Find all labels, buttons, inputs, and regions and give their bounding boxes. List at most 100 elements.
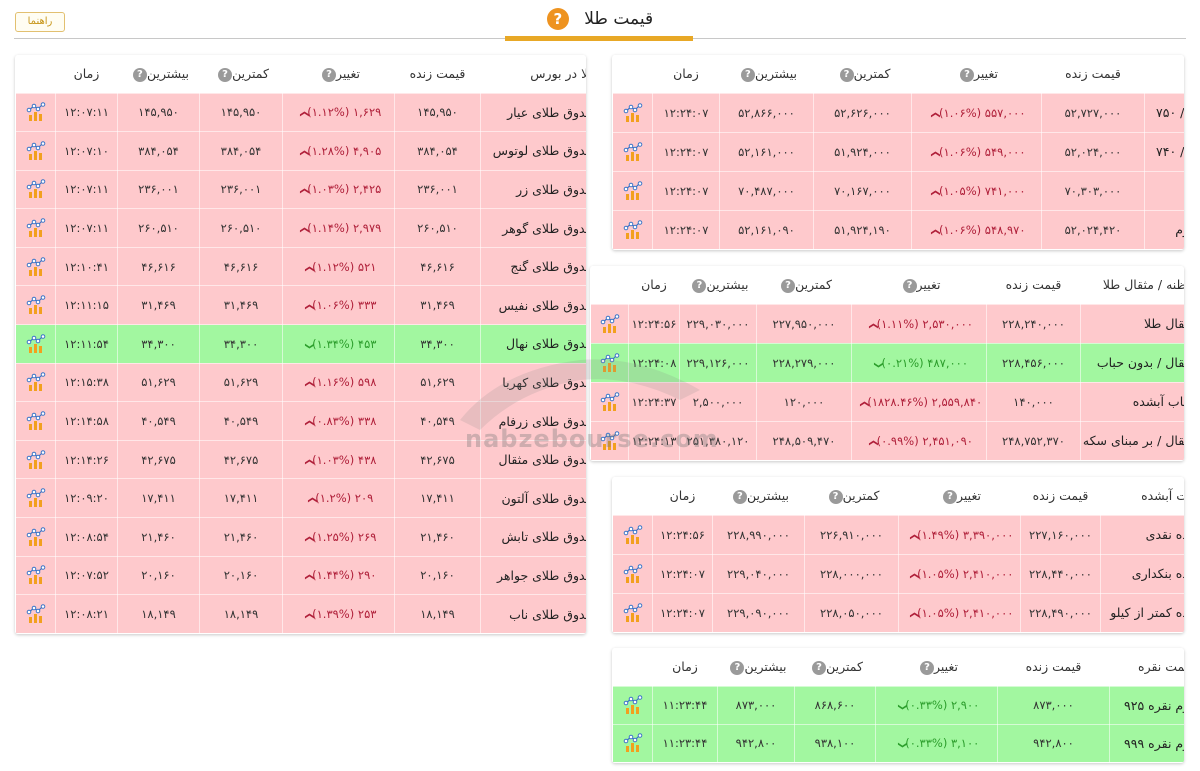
table-row[interactable]: صندوق طلای کهربا۵۱,۶۲۹۵۹۸ (۱.۱۶%)❯۵۱,۶۲۹… (15, 362, 586, 403)
column-header-change: تغییر? (875, 648, 998, 686)
table-row[interactable]: آبشده بنکداری۲۲۸,۴۴۰,۰۰۰۲,۴۱۰,۰۰۰ (۱.۰۵%… (612, 553, 1184, 594)
column-header-live-price: قیمت زنده (986, 266, 1081, 304)
chart-icon[interactable] (623, 563, 643, 584)
chart-icon[interactable] (600, 313, 620, 334)
table-row[interactable]: صندوق طلای آلتون۱۷,۴۱۱۲۰۹ (۱.۲%)❯۱۷,۴۱۱۱… (15, 478, 586, 519)
chevron-up-icon: ❮ (896, 741, 907, 749)
table-row[interactable]: صندوق طلای تابش۲۱,۴۶۰۲۶۹ (۱.۲۵%)❯۲۱,۴۶۰۲… (15, 517, 586, 557)
chart-icon[interactable] (26, 565, 46, 585)
change-value: ۲,۴۱۰,۰۰۰ (۱.۰۵%) (917, 605, 1014, 620)
column-header-high-label: بیشترین (754, 66, 798, 81)
table-row[interactable]: صندوق طلای گنج۴۶,۶۱۶۵۲۱ (۱.۱۲%)❯۴۶,۶۱۶۴۶… (15, 246, 586, 287)
table-row[interactable]: طلای دست دوم۵۲,۰۲۴,۴۲۰۵۴۸,۹۷۰ (۱.۰۶%)❯۵۱… (612, 209, 1184, 250)
live-price: ۴۲,۶۷۵ (394, 439, 481, 480)
panel-abshodeh: قیمت آبشدهقیمت زندهتغییر?کمترین?بیشترین?… (612, 477, 1184, 633)
table-row[interactable]: صندوق طلای عیار۱۴۵,۹۵۰۱,۶۲۹ (۱.۱۲%)❯۱۴۵,… (15, 92, 586, 133)
help-icon[interactable]: ? (730, 660, 745, 675)
help-icon[interactable]: ? (132, 67, 147, 82)
update-time: ۱۲:۲۴:۰۷ (652, 92, 720, 133)
column-header-title-label: قیمت آبشده (1141, 488, 1184, 504)
chart-icon[interactable] (26, 449, 46, 470)
header-row: قیمت نقرهقیمت زندهتغییر?کمترین?بیشترین?ز… (612, 648, 1184, 686)
help-icon[interactable]: ? (960, 67, 975, 82)
table-row[interactable]: صندوق طلای مثقال۴۲,۶۷۵۴۳۸ (۱.۰۳%)❯۴۲,۶۷۵… (15, 439, 586, 480)
item-name: مثقال طلا (1080, 303, 1184, 344)
chevron-down-icon: ❯ (908, 532, 919, 541)
help-icon[interactable]: ? (732, 489, 747, 504)
low-price: ۲۴۸,۵۰۹,۴۷۰ (756, 420, 852, 461)
table-row[interactable]: صندوق طلای نهال۳۴,۳۰۰۴۵۳ (۱.۳۴%)❮۳۴,۳۰۰۳… (15, 324, 586, 364)
help-icon[interactable]: ? (692, 278, 707, 293)
chart-icon[interactable] (623, 102, 643, 123)
chart-icon[interactable] (26, 604, 46, 624)
table-row[interactable]: آبشده کمتر از کیلو۲۲۸,۴۹۰,۰۰۰۲,۴۱۰,۰۰۰ (… (612, 592, 1184, 633)
chart-icon[interactable] (623, 695, 643, 715)
table-row[interactable]: مثقال طلا۲۲۸,۲۴۰,۰۰۰۲,۵۳۰,۰۰۰ (۱.۱۱%)❯۲۲… (590, 303, 1184, 344)
table-row[interactable]: صندوق طلای نفیس۳۱,۴۶۹۳۳۳ (۱.۰۶%)❯۳۱,۴۶۹۳… (15, 285, 586, 326)
help-icon[interactable]: ? (781, 278, 796, 293)
help-icon[interactable]: ? (322, 67, 337, 82)
chevron-down-icon: ❯ (303, 535, 314, 543)
chart-icon[interactable] (26, 411, 46, 431)
help-icon[interactable]: ? (920, 660, 935, 675)
table-row[interactable]: گرم نقره ۹۹۹۹۴۲,۸۰۰۳,۱۰۰ (۰.۳۳%)❮۹۳۸,۱۰۰… (612, 723, 1184, 763)
table-row[interactable]: حباب آبشده۱۴۰,۰۰۰۲,۵۵۹,۸۴۰ (۱۸۲۸.۴۶%)❯۱۲… (590, 381, 1184, 422)
column-header-title: قیمت آبشده (1100, 477, 1184, 515)
help-icon[interactable]: ? (218, 67, 233, 82)
table-row[interactable]: صندوق طلای لوتوس۳۸۴,۰۵۴۴,۹۰۵ (۱.۲۸%)❯۳۸۴… (15, 131, 586, 171)
chart-icon[interactable] (623, 733, 643, 753)
table-row[interactable]: صندوق طلای گوهر۲۶۰,۵۱۰۲,۹۷۹ (۱.۱۴%)❯۲۶۰,… (15, 208, 586, 248)
change-cell: ۲,۴۵۱,۰۹۰ (۰.۹۹%)❯ (851, 420, 987, 461)
chart-cell (15, 208, 56, 248)
chart-icon[interactable] (26, 295, 46, 315)
chart-icon[interactable] (26, 218, 46, 238)
table-row[interactable]: طلای ۱۸ عیار / ۷۵۰۵۲,۷۲۷,۰۰۰۵۵۷,۰۰۰ (۱.۰… (612, 92, 1184, 133)
table-row[interactable]: طلای ۱۸ عیار / ۷۴۰۵۲,۰۲۴,۰۰۰۵۴۹,۰۰۰ (۱.۰… (612, 131, 1184, 172)
chart-icon[interactable] (623, 141, 643, 162)
chart-icon[interactable] (600, 430, 620, 451)
chevron-up-icon: ❮ (872, 360, 883, 369)
chart-icon[interactable] (26, 372, 46, 392)
chart-icon[interactable] (623, 180, 643, 201)
chart-icon[interactable] (26, 488, 46, 508)
chart-icon[interactable] (600, 391, 620, 412)
column-header-chart (590, 266, 629, 304)
table-row[interactable]: صندوق طلای ناب۱۸,۱۴۹۲۵۳ (۱.۳۹%)❯۱۸,۱۴۹۱۸… (15, 594, 586, 634)
chart-icon[interactable] (623, 524, 643, 545)
help-icon[interactable]: ? (902, 278, 917, 293)
update-time: ۱۲:۲۴:۳۷ (628, 381, 680, 422)
change-cell: ۲,۵۵۹,۸۴۰ (۱۸۲۸.۴۶%)❯ (851, 381, 987, 422)
chart-icon[interactable] (623, 219, 643, 240)
gold-table: قیمت طلاقیمت زندهتغییر?کمترین?بیشترین?زم… (612, 55, 1184, 250)
help-icon[interactable]: ? (839, 67, 854, 82)
high-price: ۹۴۲,۸۰۰ (717, 723, 795, 763)
update-time: ۱۲:۱۵:۳۸ (55, 362, 118, 403)
table-row[interactable]: گرم نقره ۹۲۵۸۷۳,۰۰۰۲,۹۰۰ (۰.۳۳%)❮۸۶۸,۶۰۰… (612, 685, 1184, 725)
change-value: ۵۲۱ (۱.۱۲%) (312, 259, 377, 274)
chart-icon[interactable] (26, 179, 46, 199)
table-row[interactable]: صندوق طلای زرفام۴۰,۵۴۹۳۳۸ (۰.۸۳%)❯۴۰,۵۴۹… (15, 401, 586, 441)
help-icon[interactable]: ? (943, 489, 958, 504)
chart-icon[interactable] (26, 141, 46, 161)
chevron-up-icon: ❮ (896, 703, 907, 711)
chart-icon[interactable] (26, 334, 46, 354)
chart-icon[interactable] (600, 352, 620, 373)
chart-icon[interactable] (26, 102, 46, 122)
table-row[interactable]: مثقال / بر مبنای سکه ۲۴۸,۷۵۲,۳۷۰ ۲,۴۵۱,۰۹۰… (590, 420, 1184, 461)
table-row[interactable]: صندوق طلای زر۲۳۶,۰۰۱۲,۴۲۵ (۱.۰۳%)❯۲۳۶,۰۰… (15, 169, 586, 210)
table-row[interactable]: طلای ۲۴ عیار۷۰,۳۰۳,۰۰۰۷۴۱,۰۰۰ (۱.۰۵%)❯۷۰… (612, 170, 1184, 211)
table-row[interactable]: مثقال / بدون حباب۲۲۸,۴۵۶,۰۰۰۴۸۷,۰۰۰ (۰.۲… (590, 342, 1184, 383)
help-icon[interactable]: ? (740, 67, 755, 82)
guide-button[interactable]: راهنما (15, 12, 65, 32)
chart-icon[interactable] (26, 527, 46, 547)
chart-icon[interactable] (623, 602, 643, 623)
column-header-change-label: تغییر (957, 488, 981, 503)
help-icon[interactable]: ? (546, 8, 569, 30)
help-icon[interactable]: ? (828, 489, 843, 504)
help-icon[interactable]: ? (812, 660, 827, 675)
chart-icon[interactable] (26, 256, 46, 277)
table-row[interactable]: آبشده نقدی۲۲۷,۱۶۰,۰۰۰۳,۳۹۰,۰۰۰ (۱.۴۹%)❯۲… (612, 514, 1184, 555)
live-price: ۲۲۷,۱۶۰,۰۰۰ (1020, 514, 1101, 555)
panel-mesghal: مظنه / مثقال طلاقیمت زندهتغییر?کمترین?بی… (590, 266, 1184, 461)
table-row[interactable]: صندوق طلای جواهر۲۰,۱۶۰۲۹۰ (۱.۴۴%)❯۲۰,۱۶۰… (15, 555, 586, 596)
